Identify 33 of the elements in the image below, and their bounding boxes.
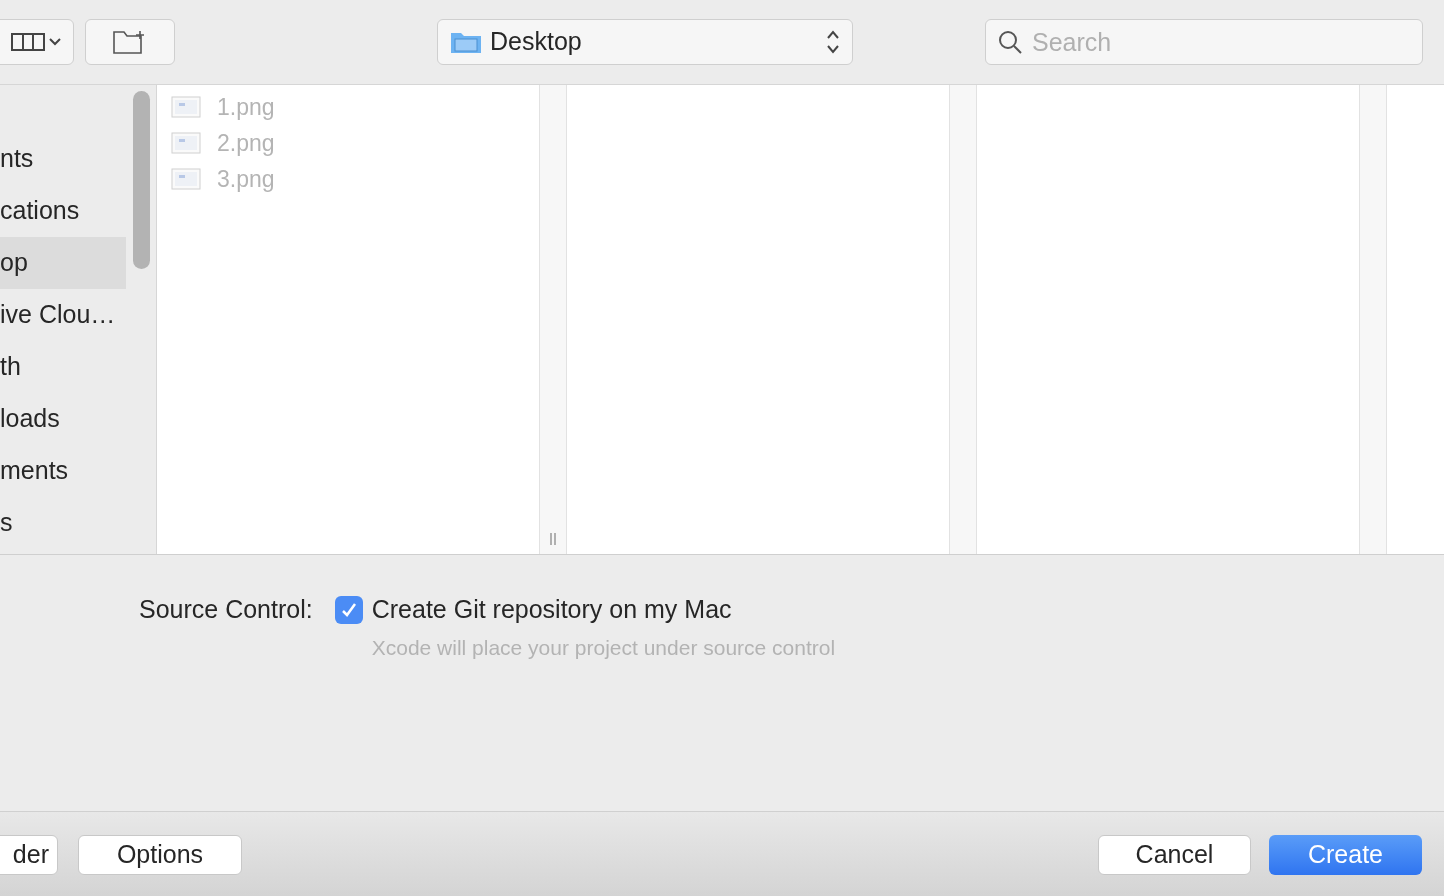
sidebar-item[interactable]: loads [0,393,126,445]
sidebar-item[interactable]: nts [0,133,126,185]
location-dropdown[interactable]: Desktop [437,19,853,65]
search-icon [997,29,1023,55]
source-control-label: Source Control: [139,594,313,623]
image-file-icon [171,131,201,155]
checkmark-icon [340,601,357,618]
sidebar-item[interactable]: th [0,341,126,393]
hint-text: Xcode will place your project under source control [371,634,836,661]
file-name: 1.png [217,92,275,122]
footer-button[interactable]: Cancel [1098,835,1251,875]
sidebar-item[interactable]: s [0,497,126,549]
sidebar-item[interactable]: op [0,237,126,289]
footer-button[interactable]: der [0,835,58,875]
image-file-icon [171,167,201,191]
scrollbar-thumb[interactable] [133,91,150,269]
file-name: 2.png [217,128,275,158]
sidebar-item[interactable]: ive Clou… [0,289,126,341]
image-file-icon [171,95,201,119]
chevron-down-icon [49,38,61,46]
file-name: 3.png [217,164,275,194]
view-mode-button[interactable] [0,19,74,65]
footer-button[interactable]: Options [78,835,242,875]
up-down-chevron-icon [826,28,840,56]
columns-icon [11,32,45,52]
checkbox[interactable] [334,595,363,624]
checkbox-label: Create Git repository on my Mac [371,594,732,625]
new-folder-button[interactable] [85,19,175,65]
resize-handle-icon[interactable] [549,532,557,546]
sidebar-item[interactable]: cations [0,185,126,237]
sidebar-item[interactable]: ments [0,445,126,497]
search-field[interactable]: Search [985,19,1423,65]
folder-icon [450,30,482,54]
